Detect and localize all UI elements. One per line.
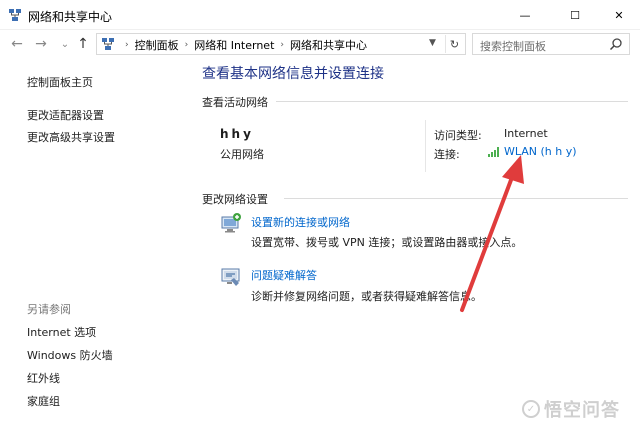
active-networks-heading: 查看活动网络 [202, 94, 272, 110]
network-center-icon [9, 9, 21, 21]
search-box[interactable]: 搜索控制面板 [472, 33, 630, 55]
minimize-button[interactable]: — [502, 0, 548, 30]
wlan-connection-label[interactable]: WLAN (h h y) [504, 145, 577, 158]
change-settings-heading: 更改网络设置 [202, 191, 272, 207]
close-button[interactable]: ✕ [596, 0, 640, 30]
connection-label: 连接: [434, 148, 460, 161]
back-button[interactable]: ← [8, 34, 26, 54]
recent-locations-button[interactable]: ⌄ [56, 34, 74, 54]
breadcrumb-network-sharing-center[interactable]: 网络和共享中心 [290, 37, 367, 53]
address-bar[interactable]: › 控制面板 › 网络和 Internet › 网络和共享中心 ▼ ↻ [96, 33, 466, 55]
breadcrumb-separator[interactable]: › [185, 40, 189, 50]
left-pane: 控制面板主页 更改适配器设置 更改高级共享设置 另请参阅 Internet 选项… [0, 58, 180, 425]
troubleshoot-desc: 诊断并修复网络问题，或者获得疑难解答信息。 [251, 290, 482, 303]
setup-new-connection-link[interactable]: 设置新的连接或网络 [251, 214, 350, 230]
network-center-icon [102, 38, 114, 50]
breadcrumb-separator[interactable]: › [280, 40, 284, 50]
control-panel-home-link[interactable]: 控制面板主页 [27, 74, 93, 90]
wifi-signal-icon [488, 147, 499, 157]
search-icon[interactable] [609, 37, 623, 51]
network-setup-icon [221, 213, 241, 233]
page-title: 查看基本网络信息并设置连接 [202, 66, 384, 82]
setup-new-connection-desc: 设置宽带、拨号或 VPN 连接；或设置路由器或接入点。 [251, 236, 523, 249]
internet-options-link[interactable]: Internet 选项 [27, 324, 96, 340]
watermark-text: 悟空问答 [544, 400, 620, 421]
troubleshoot-icon [221, 268, 240, 286]
network-category-link[interactable]: 公用网络 [220, 146, 264, 162]
homegroup-link[interactable]: 家庭组 [27, 393, 60, 409]
title-bar: 网络和共享中心 — ☐ ✕ [0, 0, 640, 30]
section-divider [284, 198, 628, 199]
change-advanced-sharing-link[interactable]: 更改高级共享设置 [27, 129, 115, 145]
breadcrumb-network-internet[interactable]: 网络和 Internet [194, 37, 274, 53]
watermark-logo-icon: ✓ [522, 400, 540, 418]
address-dropdown-button[interactable]: ▼ [429, 38, 436, 48]
breadcrumb: › 控制面板 › 网络和 Internet › 网络和共享中心 [119, 37, 367, 53]
up-button[interactable]: ↑ [74, 34, 92, 54]
refresh-button[interactable]: ↻ [445, 35, 463, 53]
windows-firewall-link[interactable]: Windows 防火墙 [27, 347, 113, 363]
access-type-value: Internet [504, 127, 548, 140]
access-type-label: 访问类型: [434, 129, 482, 142]
breadcrumb-separator[interactable]: › [125, 40, 129, 50]
search-placeholder[interactable]: 搜索控制面板 [480, 38, 546, 54]
wlan-connection-link[interactable]: WLAN (h h y) [488, 145, 577, 158]
watermark: ✓ 悟空问答 [522, 396, 620, 422]
infrared-link[interactable]: 红外线 [27, 370, 60, 386]
vertical-divider [425, 120, 426, 172]
change-adapter-settings-link[interactable]: 更改适配器设置 [27, 107, 104, 123]
see-also-heading: 另请参阅 [27, 303, 71, 316]
network-name: hhy [220, 127, 254, 141]
window-title: 网络和共享中心 [28, 10, 113, 24]
section-divider [276, 101, 628, 102]
breadcrumb-control-panel[interactable]: 控制面板 [135, 37, 179, 53]
troubleshoot-link[interactable]: 问题疑难解答 [251, 267, 317, 283]
forward-button[interactable]: → [32, 34, 50, 54]
maximize-button[interactable]: ☐ [552, 0, 598, 30]
navigation-bar: ← → ⌄ ↑ › 控制面板 › 网络和 Internet › 网络和共享中心 … [0, 30, 640, 58]
